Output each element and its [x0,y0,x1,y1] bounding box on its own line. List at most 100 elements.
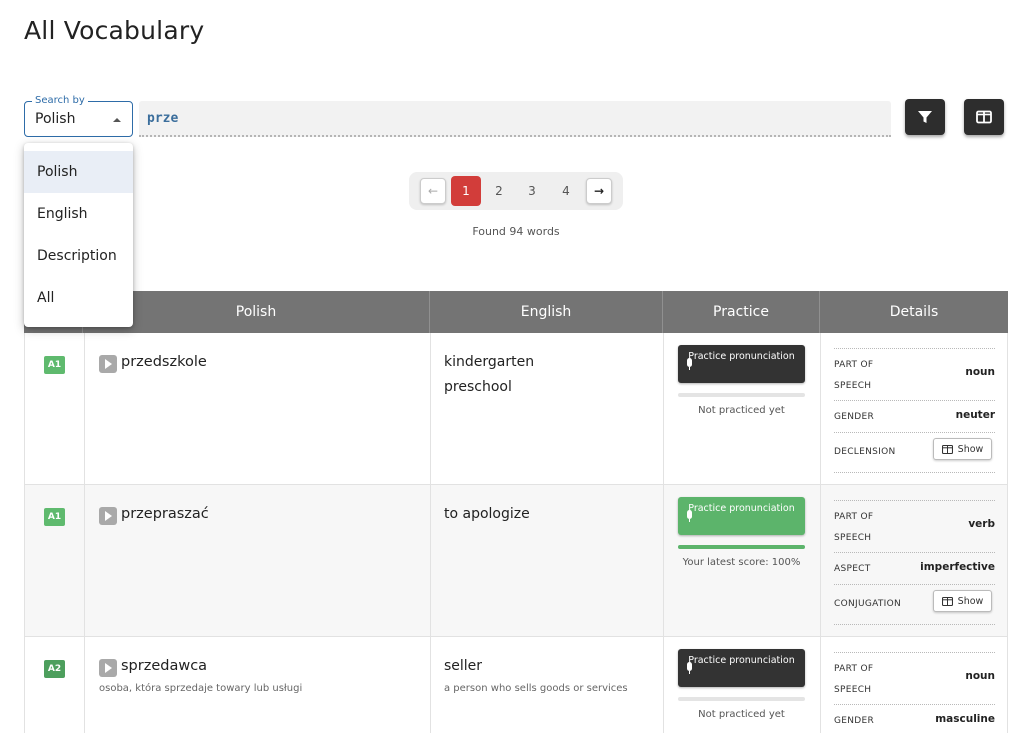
column-divider [430,485,431,636]
play-audio-icon[interactable] [99,659,117,677]
practice-column-header: Practice [663,291,820,333]
column-divider [430,333,431,484]
column-divider [84,485,85,636]
vocabulary-table: Polish English Practice Details A1 przed… [24,291,1008,733]
menu-item-description[interactable]: Description [24,235,133,277]
detail-label: PART OF SPEECH [834,664,874,695]
practice-label: Practice pronunciation [688,503,795,514]
english-translation: preschool [444,379,512,395]
detail-value: noun [965,670,995,682]
filter-button[interactable] [905,99,945,135]
details-column-header: Details [889,304,939,320]
menu-item-polish[interactable]: Polish [24,151,133,193]
column-divider [820,637,821,733]
column-divider [84,333,85,484]
prev-page-button[interactable]: ← [420,178,446,204]
page-title: All Vocabulary [24,16,205,45]
detail-value: verb [968,518,995,530]
table-icon [941,444,953,454]
practice-progress-bar [678,545,805,549]
practice-status: Your latest score: 100% [682,557,801,568]
practice-pronunciation-button[interactable]: Practice pronunciation [678,345,805,383]
menu-item-all[interactable]: All [24,277,133,319]
results-count: Found 94 words [472,225,560,238]
practice-pronunciation-button[interactable]: Practice pronunciation [678,497,805,535]
play-audio-icon[interactable] [99,507,117,525]
english-translation: to apologize [444,506,530,522]
detail-divider [834,472,995,473]
detail-value: neuter [955,409,995,421]
page-4-button[interactable]: 4 [553,178,579,204]
practice-progress-bar [678,393,805,397]
details-panel: PART OF SPEECH verb ASPECT imperfective … [834,500,995,625]
column-divider [820,485,821,636]
polish-word: przedszkole [121,354,207,370]
detail-value: imperfective [920,561,995,573]
english-translation: seller [444,658,483,674]
page-3-button[interactable]: 3 [519,178,545,204]
page-2-button[interactable]: 2 [486,178,512,204]
practice-progress-fill [678,545,805,549]
level-badge: A1 [44,356,65,374]
play-audio-icon[interactable] [99,355,117,373]
column-divider [663,637,664,733]
level-badge: A1 [44,508,65,526]
detail-divider [834,624,995,625]
table-row: A1 przepraszać to apologize Practice pro… [24,485,1008,637]
search-query: prze [147,111,179,126]
page-1-button[interactable]: 1 [451,176,481,206]
show-declension-button[interactable]: Show [933,438,992,460]
practice-status: Not practiced yet [698,709,785,720]
detail-row: DECLENSION Show [834,432,995,472]
search-by-value: Polish [35,111,76,127]
search-input[interactable]: prze [139,101,891,137]
column-divider [820,333,821,484]
detail-row: CONJUGATION Show [834,584,995,624]
practice-status: Not practiced yet [698,405,785,416]
search-by-select[interactable]: Search by Polish [24,95,133,137]
columns-button[interactable] [964,99,1004,135]
microphone-icon [687,510,692,522]
columns-icon [976,110,992,124]
english-translation: kindergarten [444,354,535,370]
show-conjugation-button[interactable]: Show [933,590,992,612]
detail-row: ASPECT imperfective [834,552,995,584]
table-header: Polish English Practice Details [24,291,1008,333]
polish-description: osoba, która sprzedaje towary lub usługi [99,683,303,694]
next-page-button[interactable]: → [586,178,612,204]
microphone-icon [687,662,692,674]
detail-row: GENDER masculine [834,704,995,733]
polish-word: przepraszać [121,506,209,522]
show-label: Show [957,595,984,607]
show-label: Show [957,443,984,455]
detail-value: masculine [935,713,995,725]
column-divider [663,333,664,484]
detail-row: PART OF SPEECH noun [834,348,995,400]
table-row: A2 sprzedawca osoba, która sprzedaje tow… [24,637,1008,733]
details-panel: PART OF SPEECH noun GENDER neuter DECLEN… [834,348,995,473]
practice-progress-bar [678,697,805,701]
column-divider [84,637,85,733]
details-panel: PART OF SPEECH noun GENDER masculine [834,652,995,733]
detail-row: GENDER neuter [834,400,995,432]
level-badge: A2 [44,660,65,678]
detail-row: PART OF SPEECH noun [834,652,995,704]
english-column-header[interactable]: English [430,291,663,333]
microphone-icon [687,358,692,370]
practice-label: Practice pronunciation [688,351,795,362]
table-icon [941,596,953,606]
polish-word: sprzedawca [121,658,208,674]
search-by-label: Search by [32,95,88,107]
caret-up-icon [113,118,121,122]
search-by-menu: Polish English Description All [24,143,133,327]
column-divider [663,485,664,636]
english-description: a person who sells goods or services [444,683,628,694]
table-row: A1 przedszkole kindergarten preschool Pr… [24,333,1008,485]
column-divider [430,637,431,733]
polish-column-header[interactable]: Polish [83,291,430,333]
practice-label: Practice pronunciation [688,655,795,666]
practice-pronunciation-button[interactable]: Practice pronunciation [678,649,805,687]
detail-label: PART OF SPEECH [834,360,874,391]
menu-item-english[interactable]: English [24,193,133,235]
detail-label: PART OF SPEECH [834,512,874,543]
